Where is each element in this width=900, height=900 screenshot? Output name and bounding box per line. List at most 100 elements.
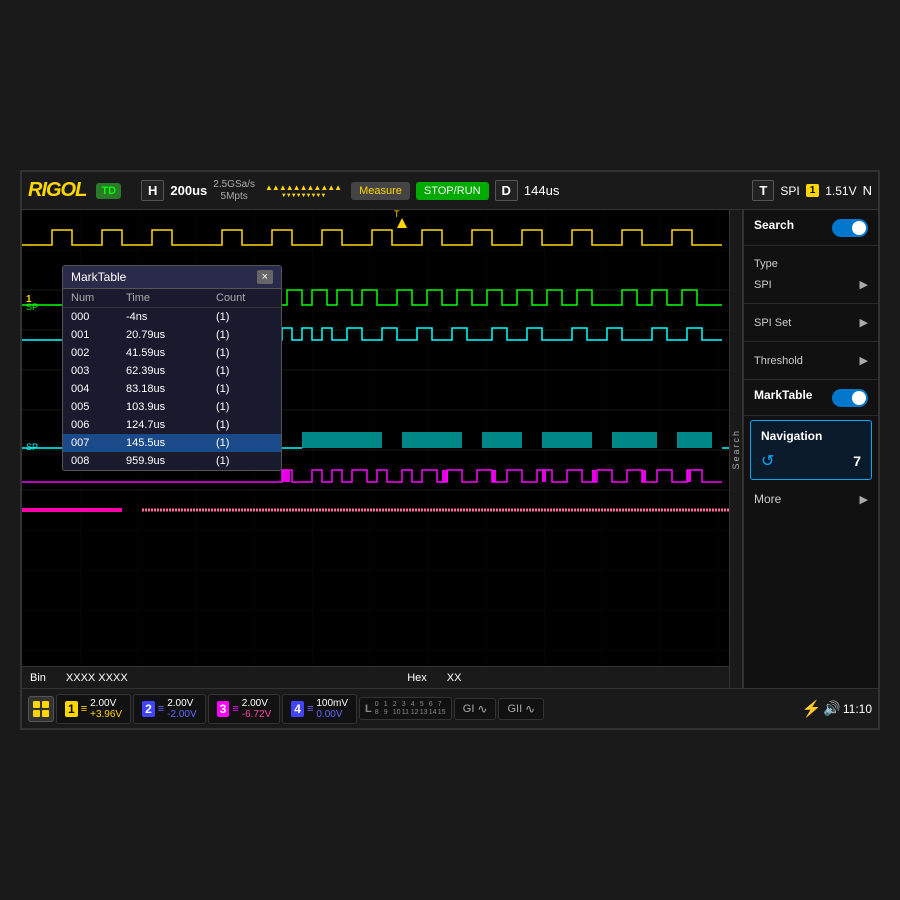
table-row[interactable]: 00483.18us(1) — [63, 380, 281, 398]
ch2-number: 2 — [142, 701, 155, 717]
search-section: Search — [744, 210, 878, 246]
gii-waveform-icon: ∿ — [525, 702, 535, 716]
table-row[interactable]: 008959.9us(1) — [63, 452, 281, 470]
table-row-selected[interactable]: 007145.5us(1) — [63, 434, 281, 452]
sample-rate: 2.5GSa/s — [213, 179, 255, 191]
nav-title: Navigation — [761, 429, 822, 443]
d-value: 144us — [524, 183, 559, 198]
ch2-status[interactable]: 2 ≡ 2.00V -2.00V — [133, 694, 206, 724]
ch1-status[interactable]: 1 ≡ 2.00V +3.96V — [56, 694, 131, 724]
gi-status[interactable]: GI ∿ — [454, 698, 497, 720]
logic-status[interactable]: L 01234567 89101112131415 — [359, 697, 452, 720]
ch3-number: 3 — [217, 701, 230, 717]
mark-table-panel-label: MarkTable — [754, 388, 812, 402]
measure-button[interactable]: Measure — [351, 182, 410, 200]
main-content: T 1 SP SP MarkTable × Num Time Count — [22, 210, 878, 688]
table-row[interactable]: 005103.9us(1) — [63, 398, 281, 416]
more-label: More — [754, 492, 781, 506]
type-row[interactable]: Type — [754, 254, 868, 274]
more-row[interactable]: More ▶ — [744, 484, 878, 514]
gii-label: GII — [507, 703, 522, 715]
threshold-section: Threshold ▶ — [744, 342, 878, 380]
table-row[interactable]: 000-4ns(1) — [63, 308, 281, 326]
bin-hex-bar: Bin XXXX XXXX Hex XX — [22, 666, 729, 688]
grid-view-button[interactable] — [28, 696, 54, 722]
ch2-volt: 2.00V — [167, 698, 196, 709]
mark-table-header: MarkTable × — [63, 266, 281, 289]
gi-label: GI — [463, 703, 475, 715]
ch1-icon: ≡ — [81, 703, 87, 715]
spi-set-section: SPI Set ▶ — [744, 304, 878, 342]
volt-badge: 1 — [806, 184, 820, 197]
gi-waveform-icon: ∿ — [477, 702, 487, 716]
rigol-logo: RIGOL — [28, 179, 86, 202]
search-vertical-tab[interactable]: Search — [729, 210, 743, 688]
mark-table-columns: Num Time Count — [63, 289, 281, 308]
col-num: Num — [71, 292, 126, 304]
ch2-values: 2.00V -2.00V — [167, 698, 196, 720]
grid-icon — [42, 701, 49, 708]
ch3-status[interactable]: 3 ≡ 2.00V -6.72V — [208, 694, 281, 724]
usb-icon: ⚡ — [802, 699, 822, 719]
nav-row: Navigation — [761, 429, 861, 447]
search-toggle[interactable] — [832, 219, 868, 237]
ch4-status[interactable]: 4 ≡ 100mV 0.00V — [282, 694, 357, 724]
gii-status[interactable]: GII ∿ — [498, 698, 544, 720]
right-panel: Search Type SPI ▶ SPI Set ▶ — [743, 210, 878, 688]
threshold-chevron-icon: ▶ — [860, 354, 868, 367]
grid-icon — [42, 710, 49, 717]
threshold-label: Threshold — [754, 355, 803, 367]
logic-grid: 01234567 89101112131415 — [375, 701, 446, 716]
mark-table-toggle-row: MarkTable — [754, 388, 868, 407]
hex-label: Hex — [407, 672, 427, 684]
more-chevron-icon: ▶ — [860, 493, 868, 506]
stop-run-button[interactable]: STOP/RUN — [416, 182, 489, 200]
table-row[interactable]: 00362.39us(1) — [63, 362, 281, 380]
table-row[interactable]: 006124.7us(1) — [63, 416, 281, 434]
mark-table-section: MarkTable — [744, 380, 878, 416]
oscilloscope-display: RIGOL TD H 200us 2.5GSa/s 5Mpts ▲▲▲▲▲▲▲▲… — [20, 170, 880, 730]
ch4-offset: 0.00V — [316, 709, 348, 720]
logic-label: L — [365, 703, 372, 715]
type-label: Type — [754, 258, 778, 270]
search-toggle-row: Search — [754, 218, 868, 237]
waveform-area: T 1 SP SP MarkTable × Num Time Count — [22, 210, 729, 688]
volume-icon: 🔊 — [823, 700, 840, 717]
n-label: N — [863, 183, 872, 198]
timebase-value: 200us — [170, 183, 207, 198]
nav-number: 7 — [853, 453, 861, 469]
mark-table: MarkTable × Num Time Count 000-4ns(1) 00… — [62, 265, 282, 471]
h-label: H — [141, 180, 164, 201]
mark-table-title: MarkTable — [71, 270, 126, 284]
table-row[interactable]: 00241.59us(1) — [63, 344, 281, 362]
ch3-icon: ≡ — [232, 703, 238, 715]
spi-set-label: SPI Set — [754, 317, 791, 329]
td-badge: TD — [96, 183, 121, 199]
ch4-icon: ≡ — [307, 703, 313, 715]
nav-icon[interactable]: ↺ — [761, 451, 774, 471]
svg-text:T: T — [394, 210, 400, 219]
spi-row[interactable]: SPI ▶ — [754, 274, 868, 295]
grid-icon — [33, 710, 40, 717]
spi-label: SPI — [780, 184, 799, 198]
ch4-number: 4 — [291, 701, 304, 717]
time-display: 11:10 — [843, 702, 872, 716]
ch2-icon: ≡ — [158, 703, 164, 715]
ch4-values: 100mV 0.00V — [316, 698, 348, 720]
col-time: Time — [126, 292, 216, 304]
table-row[interactable]: 00120.79us(1) — [63, 326, 281, 344]
ch1-offset: +3.96V — [90, 709, 122, 720]
sample-pts: 5Mpts — [213, 191, 255, 203]
mark-table-toggle[interactable] — [832, 389, 868, 407]
type-value: SPI — [754, 279, 772, 291]
spi-set-row[interactable]: SPI Set ▶ — [754, 312, 868, 333]
ch4-volt: 100mV — [316, 698, 348, 709]
mark-table-close-button[interactable]: × — [257, 270, 273, 284]
ch1-volt: 2.00V — [90, 698, 122, 709]
navigation-section: Navigation ↺ 7 — [750, 420, 872, 480]
ch3-volt: 2.00V — [242, 698, 271, 709]
search-title: Search — [754, 218, 794, 232]
col-count: Count — [216, 292, 281, 304]
svg-text:SP: SP — [26, 302, 38, 312]
threshold-row[interactable]: Threshold ▶ — [754, 350, 868, 371]
